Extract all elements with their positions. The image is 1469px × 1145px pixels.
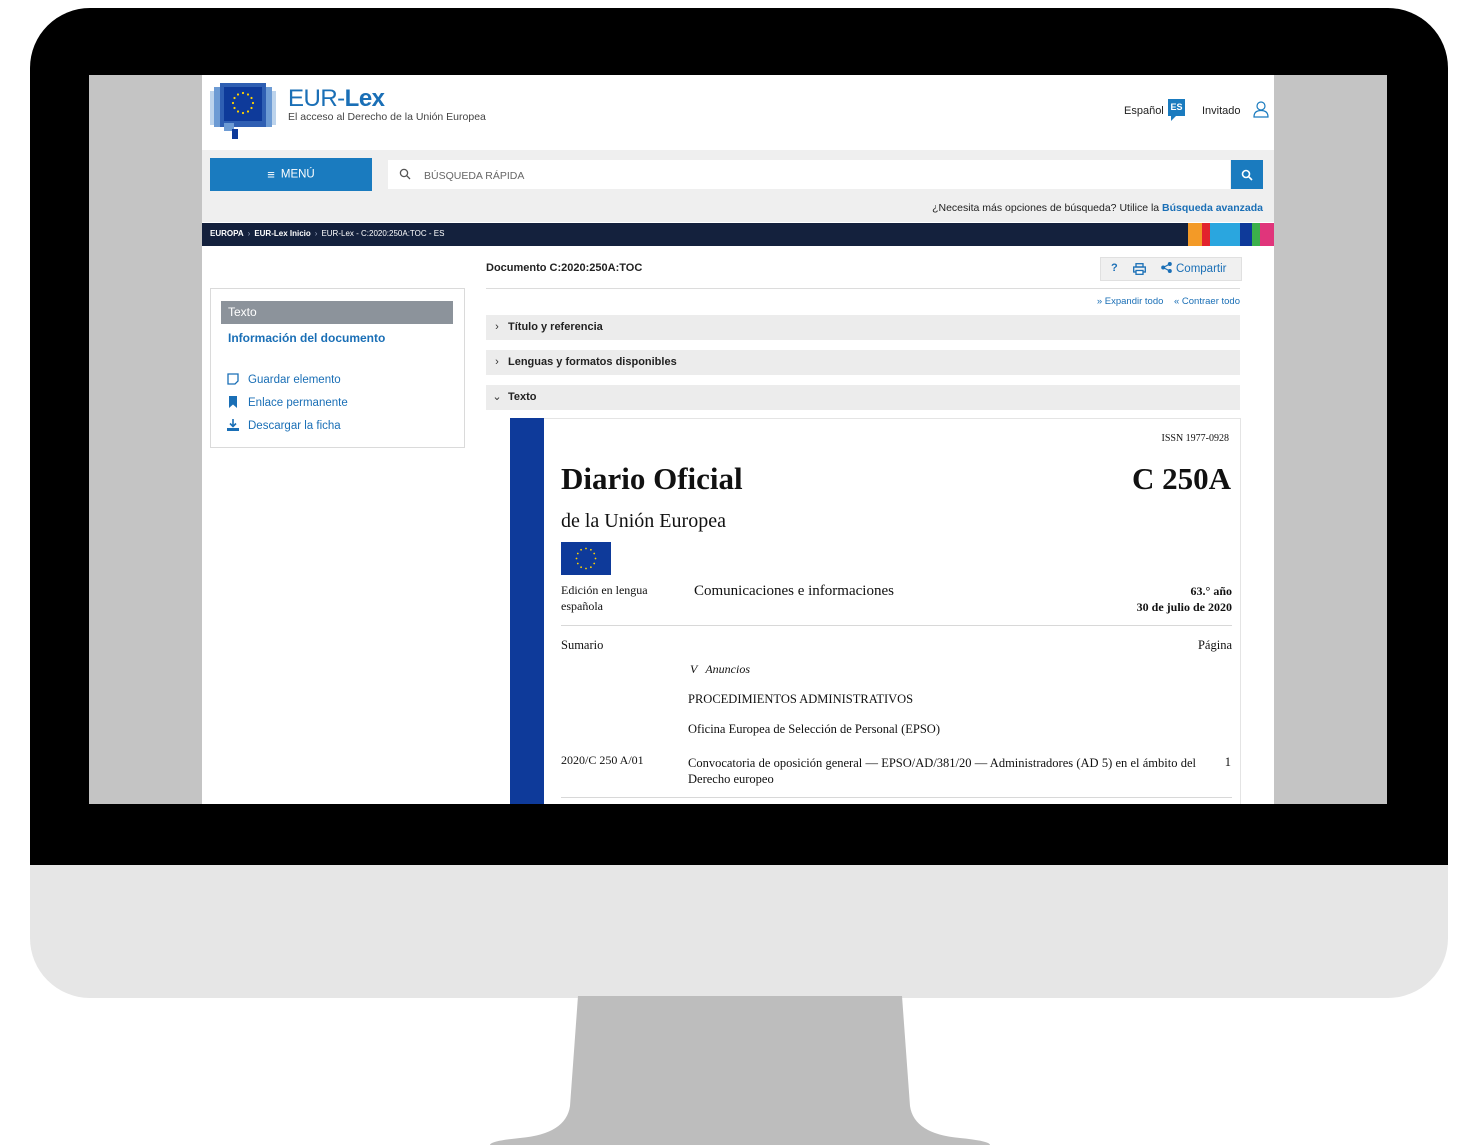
sidebar-heading[interactable]: Texto xyxy=(221,301,453,324)
journal-year: 63.° año xyxy=(1190,584,1232,598)
section-heading: V Anuncios xyxy=(690,662,750,677)
divider xyxy=(561,625,1232,626)
advanced-search-link[interactable]: Búsqueda avanzada xyxy=(1162,202,1263,214)
summary-label: Sumario xyxy=(561,638,604,652)
chevron-right-icon: › xyxy=(495,356,499,368)
breadcrumb: EUROPA › EUR-Lex Inicio › EUR-Lex - C:2020:2… xyxy=(202,223,1274,246)
edition-label: Edición en lengua española xyxy=(561,582,648,614)
page-column-label: Página xyxy=(1197,638,1232,652)
journal-year-date: 63.° año 30 de julio de 2020 xyxy=(1137,583,1232,615)
document-toolbar: ? Compartir xyxy=(1100,257,1242,281)
breadcrumb-current: EUR-Lex - C:2020:250A:TOC - ES xyxy=(321,229,445,238)
chevron-right-icon: › xyxy=(495,321,499,333)
chevron-double-up-icon: « xyxy=(1173,296,1180,307)
journal-side-bar xyxy=(510,418,544,804)
journal-title: Diario Oficial xyxy=(561,461,743,496)
communications-label: Comunicaciones e informaciones xyxy=(694,583,894,599)
help-button[interactable]: ? xyxy=(1111,262,1118,274)
accordion-text[interactable]: ⌄ Texto xyxy=(486,385,1240,410)
chevron-down-icon: ⌄ xyxy=(492,391,502,403)
sidebar: Texto Información del documento Guardar … xyxy=(210,288,465,448)
screen: EUR-Lex El acceso al Derecho de la Unión… xyxy=(89,75,1387,804)
download-sheet-link[interactable]: Descargar la ficha xyxy=(227,419,341,432)
section-number: V xyxy=(690,662,698,676)
monitor-stand xyxy=(490,996,990,1145)
divider xyxy=(486,288,1240,289)
eurlex-logo-icon[interactable] xyxy=(210,83,276,143)
search-icon xyxy=(1241,169,1253,181)
save-item-link[interactable]: Guardar elemento xyxy=(227,373,341,386)
save-icon xyxy=(227,373,239,385)
document-id: Documento C:2020:250A:TOC xyxy=(486,262,643,274)
journal-number: C 250A xyxy=(1131,461,1231,496)
document-info-link[interactable]: Información del documento xyxy=(228,331,385,345)
user-icon[interactable] xyxy=(1252,100,1270,118)
breadcrumb-home[interactable]: EUR-Lex Inicio xyxy=(254,229,310,238)
bookmark-icon xyxy=(229,396,237,408)
breadcrumb-europa[interactable]: EUROPA xyxy=(210,229,244,238)
office-heading: Oficina Europea de Selección de Personal… xyxy=(688,722,941,736)
section-title: Anuncios xyxy=(705,662,751,676)
share-icon xyxy=(1161,262,1172,273)
journal-subtitle: de la Unión Europea xyxy=(561,510,726,532)
user-label[interactable]: Invitado xyxy=(1202,105,1241,117)
eu-flag-icon xyxy=(561,542,611,575)
language-selector[interactable]: Español xyxy=(1124,105,1164,117)
hamburger-icon: ≡ xyxy=(267,167,275,182)
chevron-double-down-icon: » xyxy=(1096,296,1103,307)
eurlex-page: EUR-Lex El acceso al Derecho de la Unión… xyxy=(202,75,1274,804)
search-submit-button[interactable] xyxy=(1231,160,1263,189)
share-button[interactable]: Compartir xyxy=(1161,262,1226,275)
collapse-all-link[interactable]: « Contraer todo xyxy=(1174,296,1240,307)
monitor-chin xyxy=(30,865,1448,998)
print-icon[interactable] xyxy=(1133,263,1146,275)
accordion-title-reference[interactable]: › Título y referencia xyxy=(486,315,1240,340)
advanced-search-hint: ¿Necesita más opciones de búsqueda? Util… xyxy=(932,202,1263,214)
eurlex-logo-text[interactable]: EUR-Lex xyxy=(288,85,385,113)
accordion-languages-formats[interactable]: › Lenguas y formatos disponibles xyxy=(486,350,1240,375)
advanced-search-prefix: ¿Necesita más opciones de búsqueda? Util… xyxy=(932,202,1163,214)
entry-reference: 2020/C 250 A/01 xyxy=(561,753,644,767)
search-icon xyxy=(399,168,411,180)
download-icon xyxy=(227,419,239,431)
edition-line-2: española xyxy=(561,599,603,613)
menu-button[interactable]: ≡ MENÚ xyxy=(210,158,372,191)
permalink-link[interactable]: Enlace permanente xyxy=(227,396,348,409)
color-strip xyxy=(1188,223,1274,246)
entry-link[interactable]: Convocatoria de oposición general — EPSO… xyxy=(688,755,1196,787)
edition-line-1: Edición en lengua xyxy=(561,583,648,597)
divider xyxy=(561,797,1232,798)
quick-search-input[interactable] xyxy=(422,160,1226,191)
expand-collapse-links: » Expandir todo « Contraer todo xyxy=(1097,296,1240,307)
procedures-heading: PROCEDIMIENTOS ADMINISTRATIVOS xyxy=(688,692,914,706)
search-band: ≡MENÚ ¿Necesita más opciones de búsqueda… xyxy=(202,150,1274,222)
journal-issn: ISSN 1977-0928 xyxy=(1161,433,1229,444)
entry-page: 1 xyxy=(1224,755,1231,769)
journal-date: 30 de julio de 2020 xyxy=(1136,600,1232,614)
expand-all-link[interactable]: » Expandir todo xyxy=(1097,296,1164,307)
language-code-badge[interactable]: ES xyxy=(1168,99,1185,121)
site-subtitle: El acceso al Derecho de la Unión Europea xyxy=(288,111,486,123)
